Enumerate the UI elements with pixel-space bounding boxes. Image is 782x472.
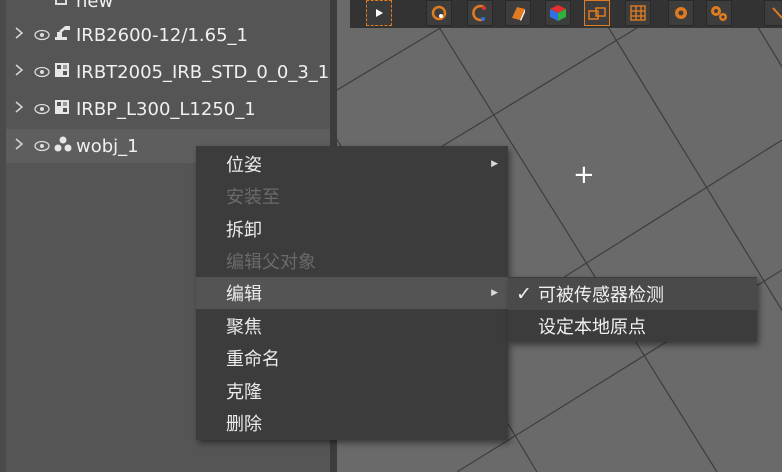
menu-item-attach-to: 安装至 (226, 187, 280, 208)
station-icon (54, 0, 72, 12)
menu-item-delete[interactable]: 删除 (196, 407, 508, 439)
positioner-icon (54, 99, 72, 120)
snap-center-button[interactable] (426, 0, 452, 26)
viewport-toolbar (350, 0, 782, 28)
track-icon (54, 62, 72, 83)
eye-icon[interactable] (34, 99, 50, 120)
submenu-arrow-icon: ▶ (491, 288, 498, 298)
submenu-item-set-local-origin[interactable]: 设定本地原点 (508, 310, 757, 342)
tree-item-label: wobj_1 (76, 135, 139, 157)
context-menu: 位姿 ▶ 安装至 拆卸 编辑父对象 编辑 ▶ 聚焦 重命名 克隆 删除 (196, 146, 508, 440)
checkmark-icon: ✓ (516, 283, 532, 305)
submenu-arrow-icon: ▶ (491, 159, 498, 169)
chevron-right-icon[interactable] (14, 138, 28, 154)
chevron-right-icon[interactable] (14, 101, 28, 117)
tree-item-label: new (76, 0, 114, 12)
snap-edge-button[interactable] (467, 0, 493, 26)
eye-icon[interactable] (34, 136, 50, 157)
menu-item-pose[interactable]: 位姿 ▶ (196, 148, 508, 180)
snap-body-button[interactable] (545, 0, 571, 26)
menu-item-edit-parent: 编辑父对象 (226, 252, 316, 273)
eye-icon[interactable] (34, 62, 50, 83)
edit-submenu: ✓ 可被传感器检测 设定本地原点 (508, 277, 757, 342)
tree-item-irbp[interactable]: IRBP_L300_L1250_1 (6, 92, 330, 126)
menu-item-detach[interactable]: 拆卸 (196, 213, 508, 245)
tree-item-label: IRBT2005_IRB_STD_0_0_3_1 (76, 61, 330, 83)
submenu-item-sensor-detectable[interactable]: ✓ 可被传感器检测 (508, 278, 757, 310)
more-tools-button[interactable] (764, 0, 782, 26)
crosshair-icon: + (573, 160, 595, 190)
settings-button[interactable] (668, 0, 694, 26)
box-select-button[interactable] (584, 0, 610, 26)
select-tool-button[interactable] (366, 0, 392, 26)
chevron-right-icon[interactable] (14, 27, 28, 43)
tree-item-new[interactable]: new (6, 0, 330, 18)
menu-item-clone[interactable]: 克隆 (196, 375, 508, 407)
tree-item-label: IRB2600-12/1.65_1 (76, 24, 248, 46)
tree-item-irb2600[interactable]: IRB2600-12/1.65_1 (6, 18, 330, 52)
eye-icon[interactable] (34, 25, 50, 46)
work-object-icon (54, 136, 72, 157)
robot-arm-icon (54, 25, 72, 46)
chevron-right-icon[interactable] (14, 64, 28, 80)
snap-surface-button[interactable] (505, 0, 531, 26)
grid-select-button[interactable] (625, 0, 651, 26)
multi-settings-button[interactable] (706, 0, 732, 26)
menu-item-focus[interactable]: 聚焦 (196, 310, 508, 342)
menu-item-rename[interactable]: 重命名 (196, 342, 508, 374)
menu-item-edit[interactable]: 编辑 ▶ (196, 277, 508, 309)
tree-item-label: IRBP_L300_L1250_1 (76, 98, 256, 120)
tree-item-irbt2005[interactable]: IRBT2005_IRB_STD_0_0_3_1 (6, 55, 330, 89)
